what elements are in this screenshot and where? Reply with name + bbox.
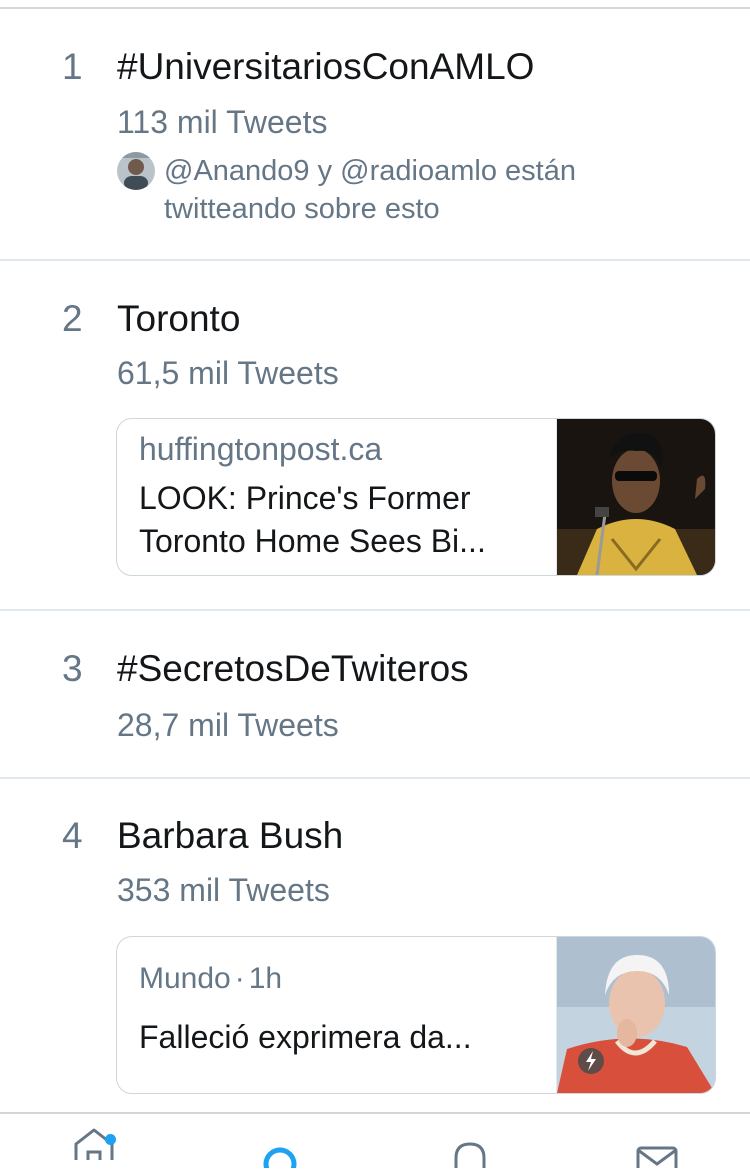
news-card-title: LOOK: Prince's Former Toronto Home Sees … bbox=[139, 480, 486, 559]
trend-name[interactable]: Barbara Bush bbox=[117, 814, 343, 858]
trend-item-4[interactable]: 4 Barbara Bush 353 mil Tweets Mundo · 1h F… bbox=[0, 778, 750, 1108]
trend-item-2[interactable]: 2 Toronto 61,5 mil Tweets huffingtonpost… bbox=[0, 260, 750, 610]
mail-icon bbox=[636, 1146, 678, 1173]
moment-card-category: Mundo bbox=[139, 962, 231, 995]
notification-dot bbox=[105, 1134, 116, 1145]
trend-rank: 1 bbox=[62, 46, 83, 87]
tab-messages[interactable] bbox=[616, 1114, 696, 1173]
bottom-tab-bar bbox=[0, 1112, 750, 1173]
trend-rank: 4 bbox=[62, 815, 83, 856]
tab-search[interactable] bbox=[240, 1114, 320, 1173]
news-card-domain: huffingtonpost.ca bbox=[139, 431, 383, 467]
trend-tweet-count: 353 mil Tweets bbox=[117, 872, 330, 908]
trend-tweet-count: 28,7 mil Tweets bbox=[117, 707, 339, 743]
avatar bbox=[117, 152, 155, 190]
trend-rank: 2 bbox=[62, 298, 83, 339]
search-icon bbox=[263, 1147, 297, 1173]
moment-card-thumbnail bbox=[556, 937, 715, 1093]
trend-tweet-count: 113 mil Tweets bbox=[117, 104, 328, 140]
news-card-thumbnail bbox=[556, 419, 715, 575]
trend-item-3[interactable]: 3 #SecretosDeTwiteros 28,7 mil Tweets bbox=[0, 610, 750, 778]
home-icon bbox=[74, 1128, 114, 1160]
moment-card[interactable]: Mundo · 1h Falleció exprimera da... bbox=[116, 936, 716, 1094]
trend-rank: 3 bbox=[62, 648, 83, 689]
moment-card-time: 1h bbox=[248, 962, 283, 995]
tab-home[interactable] bbox=[54, 1114, 134, 1168]
trend-context-text: @Anando9 y @radioamlo están twitteando s… bbox=[164, 155, 576, 225]
moment-card-meta: Mundo · 1h bbox=[139, 961, 282, 997]
trend-name[interactable]: Toronto bbox=[117, 297, 240, 341]
trend-tweet-count: 61,5 mil Tweets bbox=[117, 355, 339, 391]
tab-notifications[interactable] bbox=[430, 1114, 510, 1168]
trend-name[interactable]: #SecretosDeTwiteros bbox=[117, 647, 469, 691]
trend-item-1[interactable]: 1 #UniversitariosConAMLO 113 mil Tweets … bbox=[0, 0, 750, 260]
bell-icon bbox=[454, 1142, 486, 1168]
moment-card-headline: Falleció exprimera da... bbox=[139, 1019, 472, 1055]
news-card[interactable]: huffingtonpost.ca LOOK: Prince's Former … bbox=[116, 418, 716, 576]
trend-name[interactable]: #UniversitariosConAMLO bbox=[117, 45, 534, 89]
meta-separator: · bbox=[234, 962, 245, 995]
